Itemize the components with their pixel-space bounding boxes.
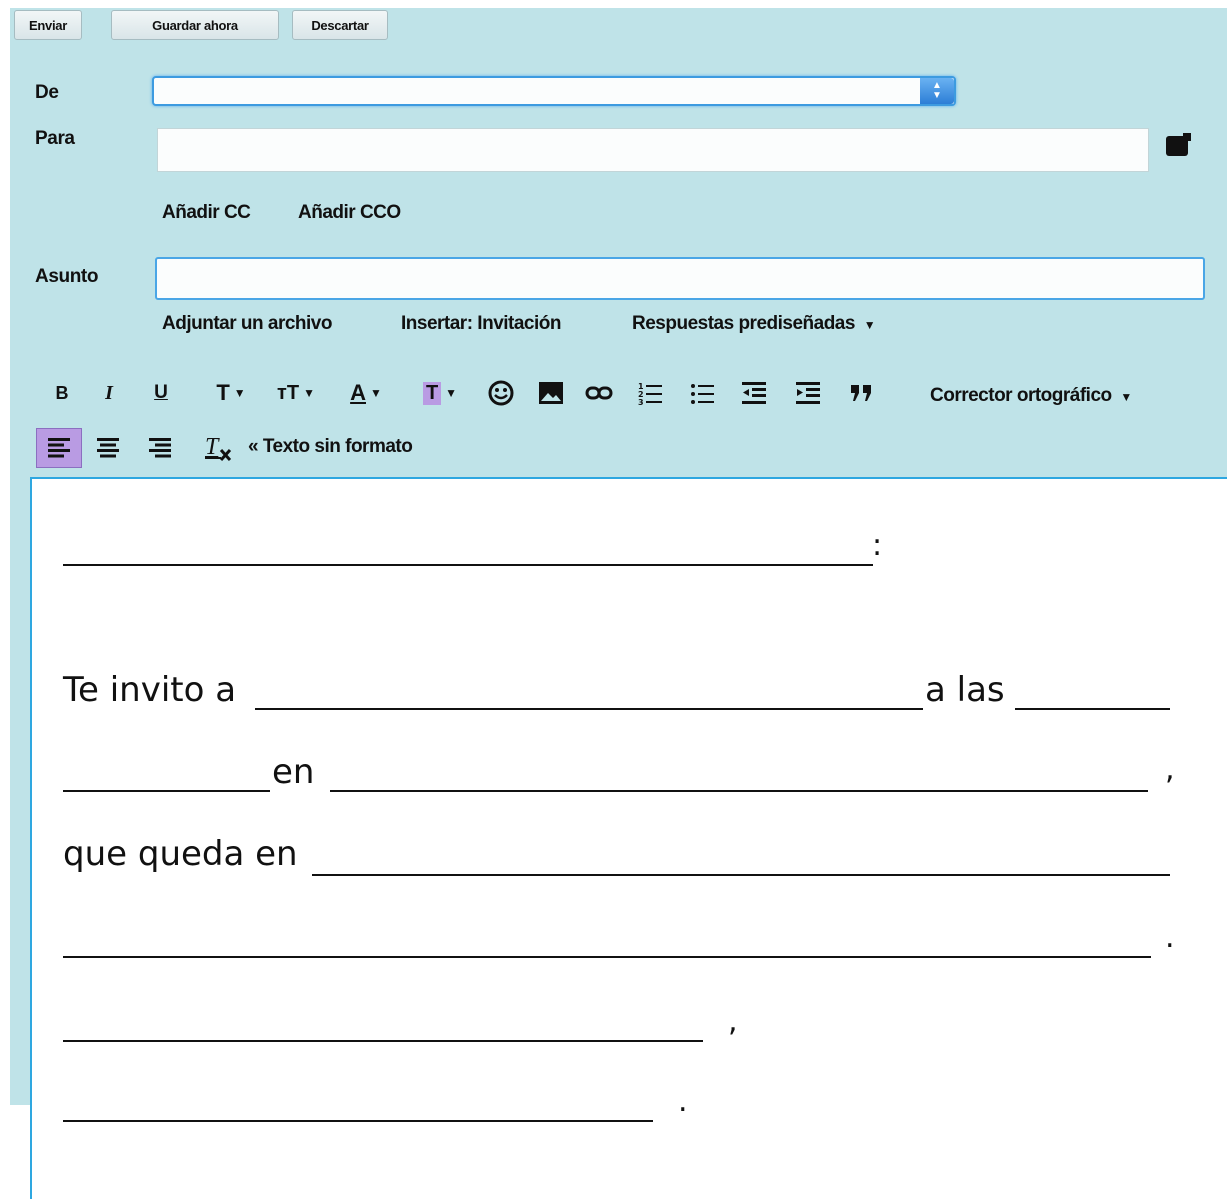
align-right-button[interactable]	[146, 434, 174, 462]
smiley-icon	[488, 380, 514, 406]
period-mark: .	[1165, 920, 1175, 955]
colon-mark: :	[872, 528, 883, 563]
indent-more-icon	[796, 382, 820, 404]
blank-line-time	[1015, 708, 1170, 710]
subject-label: Asunto	[35, 266, 99, 287]
italic-button[interactable]: I	[98, 376, 120, 410]
to-field[interactable]	[157, 128, 1149, 172]
canned-responses-label: Respuestas prediseñadas	[632, 313, 855, 334]
underline-button[interactable]: U	[150, 376, 172, 410]
subject-field[interactable]	[155, 257, 1205, 300]
blank-line-place	[330, 790, 1148, 792]
quote-button[interactable]	[848, 376, 876, 410]
add-bcc-link[interactable]: Añadir CCO	[298, 202, 401, 224]
chevron-down-icon: ▼	[445, 386, 458, 400]
align-right-icon	[149, 438, 171, 458]
attach-file-link[interactable]: Adjuntar un archivo	[162, 313, 332, 335]
blank-line-address	[312, 874, 1170, 876]
invite-prefix-text: Te invito a	[63, 670, 237, 710]
spell-check-dropdown[interactable]: Corrector ortográfico ▼	[930, 385, 1132, 407]
align-left-button[interactable]	[36, 428, 82, 468]
blank-line-name	[63, 564, 873, 566]
from-label: De	[35, 82, 59, 103]
chevron-down-icon: ▼	[233, 386, 246, 400]
blank-line-date	[63, 790, 270, 792]
chevron-down-icon: ▼	[863, 318, 876, 332]
decrease-indent-button[interactable]	[740, 376, 768, 410]
font-icon: T	[216, 380, 230, 405]
spell-check-label: Corrector ortográfico	[930, 385, 1112, 406]
select-arrows-icon[interactable]: ▲ ▼	[920, 78, 954, 104]
increase-indent-button[interactable]	[794, 376, 822, 410]
align-center-button[interactable]	[94, 434, 122, 462]
bold-button[interactable]: B	[52, 376, 72, 410]
align-left-icon	[48, 438, 70, 458]
blank-line-signature	[63, 1120, 653, 1122]
send-button[interactable]: Enviar	[14, 10, 82, 40]
image-icon	[539, 382, 563, 404]
blank-line-closing	[63, 1040, 703, 1042]
blank-line-event	[255, 708, 923, 710]
discard-button[interactable]: Descartar	[292, 10, 388, 40]
svg-text:T: T	[205, 434, 220, 460]
comma-mark: ,	[1165, 752, 1175, 787]
from-select[interactable]: ▲ ▼	[152, 76, 956, 106]
highlight-color-dropdown[interactable]: T ▼	[410, 376, 470, 410]
bulleted-list-button[interactable]	[688, 376, 716, 410]
at-the-text: a las	[925, 670, 1005, 710]
blank-line-address-2	[63, 956, 1151, 958]
text-color-icon: A	[350, 380, 366, 405]
numbered-list-button[interactable]: 123	[636, 376, 664, 410]
text-color-dropdown[interactable]: A ▼	[338, 376, 394, 410]
bulleted-list-icon	[691, 384, 714, 404]
located-in-text: que queda en	[63, 834, 298, 874]
chevron-down-icon: ▼	[370, 386, 382, 400]
numbered-list-icon: 123	[638, 382, 662, 406]
font-size-dropdown[interactable]: тT ▼	[268, 376, 324, 410]
insert-invitation-link[interactable]: Insertar: Invitación	[401, 313, 562, 335]
canned-responses-dropdown[interactable]: Respuestas prediseñadas ▼	[632, 313, 876, 335]
align-center-icon	[97, 438, 119, 458]
chevron-down-icon: ▼	[303, 386, 315, 400]
link-icon	[585, 386, 613, 400]
to-label: Para	[35, 128, 75, 149]
indent-less-icon	[742, 382, 766, 404]
contacts-icon[interactable]	[1166, 133, 1191, 156]
highlight-icon: T	[422, 381, 442, 405]
font-size-icon: тT	[277, 381, 300, 404]
add-cc-link[interactable]: Añadir CC	[162, 202, 251, 224]
chevron-down-icon: ▼	[1120, 390, 1132, 404]
insert-image-button[interactable]	[536, 376, 566, 410]
save-now-button[interactable]: Guardar ahora	[111, 10, 279, 40]
insert-link-button[interactable]	[584, 376, 614, 410]
svg-text:3: 3	[638, 398, 644, 406]
quote-icon	[851, 385, 871, 401]
emoji-button[interactable]	[484, 376, 518, 410]
clear-format-icon: T	[205, 434, 232, 462]
plain-text-link[interactable]: « Texto sin formato	[248, 436, 413, 458]
font-dropdown[interactable]: T ▼	[206, 376, 256, 410]
comma-mark-2: ,	[728, 1004, 738, 1039]
period-mark-2: .	[678, 1084, 688, 1119]
in-text: en	[272, 752, 315, 792]
remove-formatting-button[interactable]: T	[200, 430, 236, 464]
